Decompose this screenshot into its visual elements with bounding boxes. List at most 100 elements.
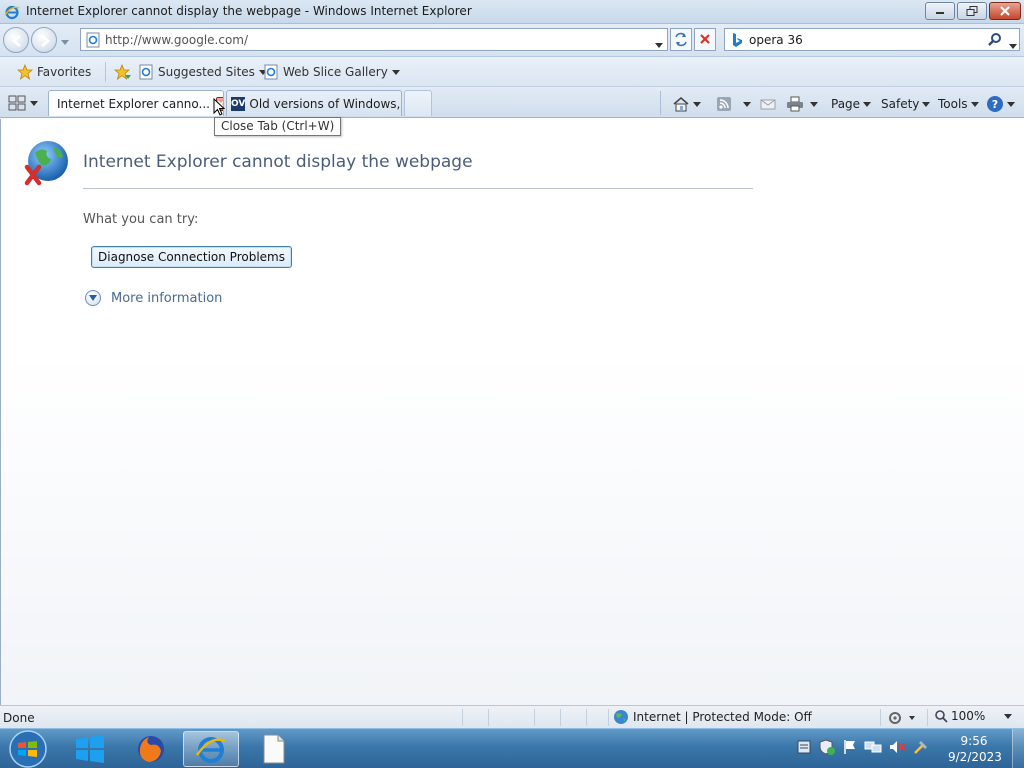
help-icon: ?: [987, 96, 1003, 112]
home-icon: [673, 97, 689, 112]
favorites-separator: [105, 62, 106, 82]
chevron-down-icon: [863, 101, 872, 107]
chevron-down-icon: [1004, 713, 1013, 719]
web-slice-gallery-button[interactable]: Web Slice Gallery: [263, 63, 400, 81]
chevron-down-icon[interactable]: [743, 101, 751, 107]
close-tab-tooltip: Close Tab (Ctrl+W): [214, 117, 342, 136]
add-to-favorites-bar-button[interactable]: [114, 63, 132, 81]
volume-muted-icon[interactable]: [888, 739, 906, 755]
title-bar: Internet Explorer cannot display the web…: [0, 0, 1024, 24]
diagnose-connection-button[interactable]: Diagnose Connection Problems: [91, 246, 292, 268]
chevron-down-icon[interactable]: [810, 101, 818, 107]
close-icon: [1000, 6, 1010, 16]
start-button[interactable]: [4, 730, 52, 768]
tools-menu[interactable]: Tools: [938, 95, 979, 113]
hammer-tool-icon[interactable]: [912, 739, 930, 755]
status-separator: [462, 709, 463, 726]
tab-current[interactable]: Internet Explorer canno...: [48, 90, 224, 116]
tab-list-dropdown-icon[interactable]: [30, 100, 38, 106]
stop-button[interactable]: [694, 28, 716, 51]
page-content: Internet Explorer cannot display the web…: [0, 119, 1024, 705]
status-bar: Done Internet | Protected Mode: Off 100%: [0, 705, 1024, 728]
chevron-down-icon: [1007, 101, 1015, 107]
clock[interactable]: 9:56 9/2/2023: [948, 733, 1002, 765]
notification-icon[interactable]: [796, 739, 812, 755]
quick-tabs-button[interactable]: [6, 92, 44, 114]
taskbar-windows-app[interactable]: [62, 731, 118, 767]
restore-icon: [966, 6, 978, 16]
ie-page-icon: [264, 64, 278, 80]
close-window-button[interactable]: [989, 2, 1021, 20]
print-button[interactable]: [786, 95, 818, 113]
clock-date: 9/2/2023: [948, 750, 1002, 764]
taskbar-firefox[interactable]: [123, 731, 179, 767]
recent-pages-dropdown[interactable]: [61, 34, 69, 48]
action-center-flag-icon[interactable]: [842, 739, 858, 755]
tab-old-versions[interactable]: OV Old versions of Windows, ...: [226, 90, 402, 116]
search-icon[interactable]: [987, 32, 1003, 51]
chevron-down-icon: [922, 101, 931, 107]
quick-tabs-icon: [8, 95, 26, 111]
window-title: Internet Explorer cannot display the web…: [26, 4, 472, 18]
chevron-down-icon[interactable]: [693, 101, 701, 107]
search-input[interactable]: [749, 31, 979, 48]
status-separator: [608, 709, 609, 726]
safety-menu-label: Safety: [881, 97, 920, 111]
add-favorite-star-icon: [114, 64, 131, 80]
address-bar[interactable]: [80, 28, 668, 51]
chevron-down-icon: [970, 101, 979, 107]
windows-tiles-icon: [76, 735, 104, 763]
clock-time: 9:56: [960, 734, 988, 748]
minimize-icon: [936, 12, 944, 14]
taskbar-internet-explorer[interactable]: [183, 731, 239, 767]
error-title: Internet Explorer cannot display the web…: [83, 152, 473, 172]
mail-icon: [760, 99, 776, 110]
show-desktop-button[interactable]: [1012, 729, 1024, 768]
address-dropdown-icon[interactable]: [655, 37, 663, 51]
expand-chevron-icon: [85, 290, 101, 306]
taskbar: 9:56 9/2/2023: [0, 728, 1024, 768]
home-button[interactable]: [672, 95, 701, 113]
minimize-button[interactable]: [925, 2, 955, 20]
taskbar-blank-document[interactable]: [246, 731, 302, 767]
page-icon: [85, 32, 101, 48]
system-tray: [796, 739, 930, 755]
page-menu[interactable]: Page: [831, 95, 872, 113]
web-slice-gallery-label: Web Slice Gallery: [283, 65, 388, 79]
status-separator: [880, 709, 881, 726]
favorites-button[interactable]: Favorites: [17, 63, 91, 81]
navigation-bar: [0, 24, 1024, 57]
forward-button[interactable]: [31, 27, 57, 53]
rss-feed-icon: [717, 97, 731, 111]
restore-button[interactable]: [957, 2, 987, 20]
tab-row: Internet Explorer canno... OV Old versio…: [0, 87, 1024, 118]
back-button[interactable]: [3, 27, 29, 53]
more-information-toggle[interactable]: More information: [85, 290, 222, 306]
network-icon[interactable]: [864, 739, 882, 755]
search-box[interactable]: [724, 28, 1020, 51]
search-options-dropdown-icon[interactable]: [1009, 38, 1017, 52]
popup-blocker-button[interactable]: [887, 710, 917, 729]
gear-icon: [889, 712, 915, 724]
suggested-sites-label: Suggested Sites: [158, 65, 255, 79]
tab-label: Old versions of Windows, ...: [249, 96, 402, 111]
feeds-button[interactable]: [716, 95, 751, 113]
page-menu-label: Page: [831, 97, 861, 111]
read-mail-button[interactable]: [760, 95, 776, 113]
tab-label: Internet Explorer canno...: [57, 96, 210, 111]
security-shield-icon[interactable]: [818, 739, 836, 755]
refresh-button[interactable]: [670, 28, 692, 51]
suggested-sites-button[interactable]: Suggested Sites: [138, 63, 267, 81]
new-tab-button[interactable]: [404, 90, 432, 116]
help-menu[interactable]: ?: [986, 95, 1015, 113]
document-icon: [263, 734, 285, 764]
svg-text:?: ?: [992, 98, 998, 111]
security-zone[interactable]: Internet | Protected Mode: Off: [613, 709, 812, 725]
url-input[interactable]: [105, 31, 645, 48]
forward-arrow-icon: [41, 35, 50, 47]
safety-menu[interactable]: Safety: [881, 95, 931, 113]
more-information-label: More information: [111, 290, 223, 306]
status-separator: [586, 709, 587, 726]
ie-logo-icon: [4, 4, 20, 20]
zoom-level-button[interactable]: 100%: [934, 709, 1013, 723]
